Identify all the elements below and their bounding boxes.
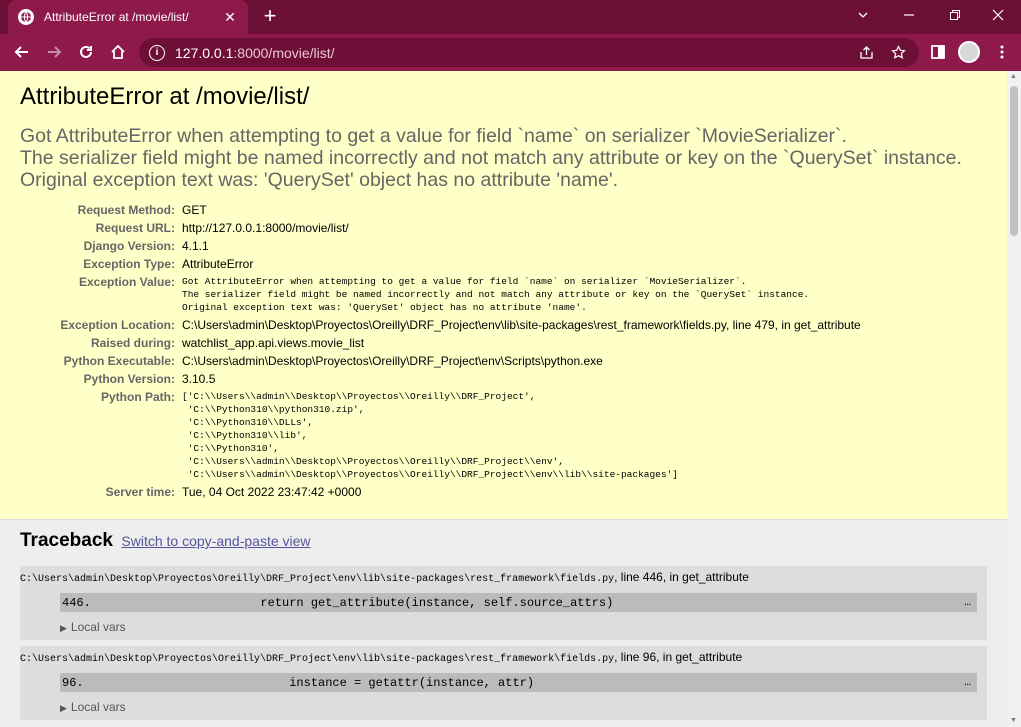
meta-row: Request URL: http://127.0.0.1:8000/movie/…: [20, 219, 861, 237]
profile-avatar[interactable]: [958, 41, 980, 63]
line-number: 446.: [62, 595, 91, 610]
meta-row: Django Version: 4.1.1: [20, 237, 861, 255]
meta-row: Exception Location: C:\Users\admin\Deskto…: [20, 316, 861, 334]
meta-value: 4.1.1: [182, 239, 209, 253]
meta-label: Raised during:: [90, 336, 175, 350]
meta-row: Python Executable: C:\Users\admin\Desktop…: [20, 352, 861, 370]
meta-label: Server time:: [105, 485, 175, 499]
exception-value-text: Got AttributeError when attempting to ge…: [182, 276, 810, 313]
address-bar[interactable]: i 127.0.0.1:8000/movie/list/: [139, 38, 919, 67]
frame-path: C:\Users\admin\Desktop\Proyectos\Oreilly…: [20, 654, 615, 665]
bookmark-star-icon[interactable]: [886, 38, 910, 67]
meta-label: Python Version:: [83, 372, 175, 386]
expand-context-icon[interactable]: …: [964, 677, 971, 689]
request-meta-table: Request Method: GET Request URL: http://12…: [20, 201, 861, 501]
site-info-icon[interactable]: i: [149, 44, 165, 61]
url-host: 127.0.0.1: [175, 44, 234, 61]
traceback-section: Traceback Switch to copy-and-paste view …: [0, 520, 1007, 727]
close-window-button[interactable]: [975, 0, 1021, 30]
meta-value: AttributeError: [182, 257, 254, 271]
menu-kebab-icon[interactable]: [990, 40, 1014, 64]
meta-value: watchlist_app.api.views.movie_list: [182, 336, 365, 350]
context-line[interactable]: 96. instance = getattr(instance, attr) …: [60, 673, 977, 692]
minimize-button[interactable]: [886, 0, 932, 30]
error-summary: AttributeError at /movie/list/ Got Attri…: [0, 71, 1007, 520]
scroll-down-icon[interactable]: ▼: [1010, 717, 1018, 725]
line-number: 96.: [62, 675, 84, 690]
tab-title: AttributeError at /movie/list/: [44, 10, 189, 24]
local-vars-label: Local vars: [70, 700, 126, 714]
sidebar-icon[interactable]: [926, 40, 950, 64]
error-message: Got AttributeError when attempting to ge…: [20, 125, 962, 191]
back-arrow-icon[interactable]: [10, 40, 34, 64]
meta-row: Raised during: watchlist_app.api.views.mo…: [20, 334, 861, 352]
forward-arrow-icon[interactable]: [42, 40, 66, 64]
close-tab-icon[interactable]: ✕: [222, 9, 238, 25]
meta-value: 3.10.5: [182, 372, 216, 386]
meta-row: Exception Value: Got AttributeError when …: [20, 273, 861, 316]
browser-titlebar: AttributeError at /movie/list/ ✕ +: [0, 0, 1021, 34]
meta-row: Server time: Tue, 04 Oct 2022 23:47:42 +0…: [20, 483, 861, 501]
meta-value: C:\Users\admin\Desktop\Proyectos\Oreilly…: [182, 318, 861, 332]
meta-label: Python Path:: [101, 390, 175, 404]
browser-toolbar: i 127.0.0.1:8000/movie/list/: [0, 34, 1021, 71]
frame-where: , line 446, in get_attribute: [614, 570, 749, 584]
meta-label: Exception Type:: [83, 257, 175, 271]
code-text: instance = getattr(instance, attr): [174, 675, 535, 690]
traceback-heading: Traceback: [20, 530, 113, 551]
traceback-frame: C:\Users\admin\Desktop\Proyectos\Oreilly…: [20, 566, 987, 640]
context-line[interactable]: 446. return get_attribute(instance, self…: [60, 593, 977, 612]
expand-context-icon[interactable]: …: [964, 597, 971, 609]
meta-row: Request Method: GET: [20, 201, 861, 219]
copy-paste-view-link[interactable]: Switch to copy-and-paste view: [121, 533, 310, 549]
traceback-frame: C:\Users\admin\Desktop\Proyectos\Oreilly…: [20, 646, 987, 720]
home-icon[interactable]: [106, 40, 130, 64]
page-content: AttributeError at /movie/list/ Got Attri…: [0, 71, 1007, 727]
frame-location: C:\Users\admin\Desktop\Proyectos\Oreilly…: [20, 650, 987, 665]
meta-label: Request URL:: [95, 221, 175, 235]
meta-label: Exception Value:: [78, 275, 175, 289]
meta-value: Got AttributeError when attempting to ge…: [182, 273, 861, 316]
url-path: :8000/movie/list/: [233, 44, 335, 61]
frame-where: , line 96, in get_attribute: [614, 650, 743, 664]
tab-search-icon[interactable]: [840, 0, 886, 30]
meta-label: Django Version:: [83, 239, 175, 253]
code-text: return get_attribute(instance, self.sour…: [174, 595, 614, 610]
meta-row: Python Version: 3.10.5: [20, 370, 861, 388]
meta-value: http://127.0.0.1:8000/movie/list/: [182, 221, 349, 235]
local-vars-toggle[interactable]: ▶ Local vars: [60, 620, 987, 634]
meta-value: C:\Users\admin\Desktop\Proyectos\Oreilly…: [182, 354, 603, 368]
disclosure-triangle-icon: ▶: [60, 703, 67, 713]
vertical-scrollbar[interactable]: ▲ ▼: [1007, 71, 1021, 727]
frame-path: C:\Users\admin\Desktop\Proyectos\Oreilly…: [20, 574, 615, 585]
python-path-text: ['C:\\Users\\admin\\Desktop\\Proyectos\\…: [182, 391, 678, 480]
meta-row: Python Path: ['C:\\Users\\admin\\Desktop\…: [20, 388, 861, 483]
meta-row: Exception Type: AttributeError: [20, 255, 861, 273]
meta-label: Exception Location:: [60, 318, 175, 332]
page-title: AttributeError at /movie/list/: [20, 83, 310, 110]
globe-icon: [18, 9, 34, 25]
local-vars-toggle[interactable]: ▶ Local vars: [60, 700, 987, 714]
new-tab-button[interactable]: +: [258, 5, 282, 29]
browser-tab[interactable]: AttributeError at /movie/list/ ✕: [8, 0, 248, 34]
frame-location: C:\Users\admin\Desktop\Proyectos\Oreilly…: [20, 570, 987, 585]
disclosure-triangle-icon: ▶: [60, 623, 67, 633]
meta-value: Tue, 04 Oct 2022 23:47:42 +0000: [182, 485, 362, 499]
scroll-up-icon[interactable]: ▲: [1010, 73, 1018, 81]
meta-value: GET: [182, 203, 207, 217]
meta-label: Request Method:: [77, 203, 175, 217]
local-vars-label: Local vars: [70, 620, 126, 634]
meta-label: Python Executable:: [63, 354, 175, 368]
meta-value: ['C:\\Users\\admin\\Desktop\\Proyectos\\…: [182, 388, 861, 483]
reload-icon[interactable]: [74, 40, 98, 64]
restore-button[interactable]: [932, 0, 978, 30]
scrollbar-thumb[interactable]: [1010, 86, 1018, 236]
share-icon[interactable]: [854, 38, 878, 67]
